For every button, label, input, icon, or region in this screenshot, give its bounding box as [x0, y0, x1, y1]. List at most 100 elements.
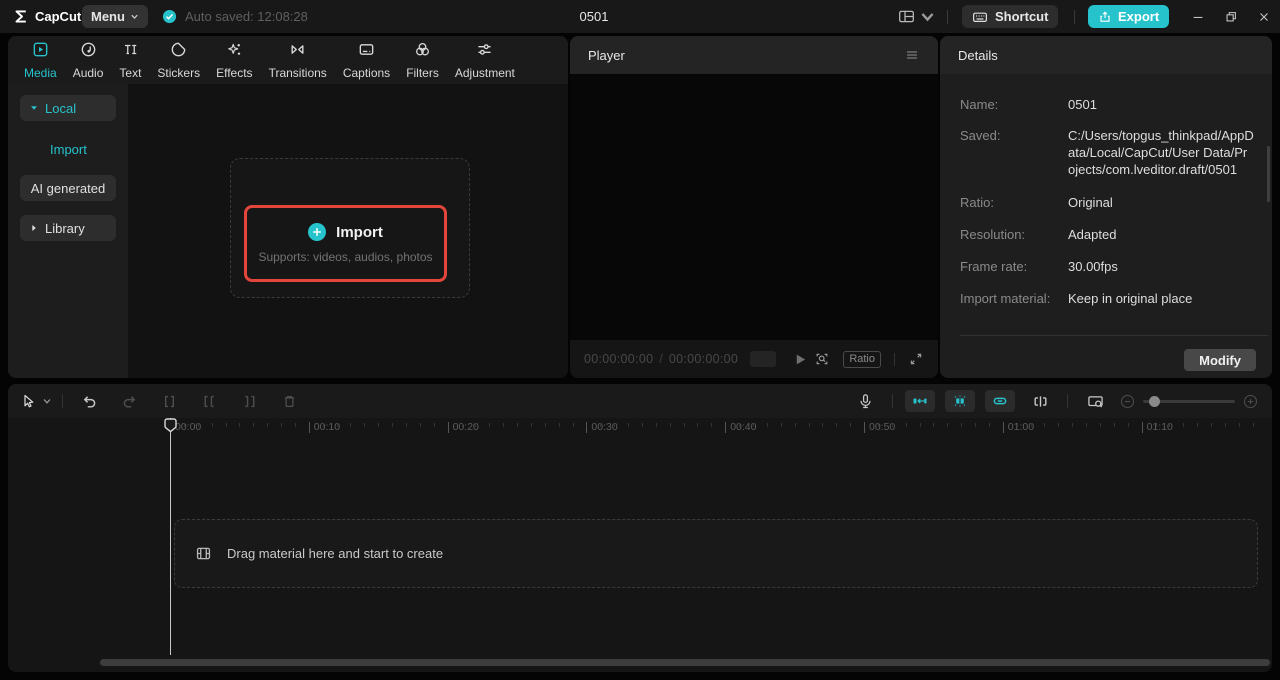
timeline-zoom-control — [1120, 394, 1258, 409]
player-preview — [570, 74, 938, 340]
layout-switch-button[interactable] — [898, 0, 936, 33]
sidebar-item-ai-generated[interactable]: AI generated — [20, 175, 116, 201]
trash-icon — [284, 395, 294, 407]
toolbar-separator — [892, 394, 893, 408]
split-button[interactable] — [149, 384, 189, 418]
sidebar-item-local[interactable]: Local — [20, 95, 116, 121]
tab-label: Adjustment — [454, 65, 515, 80]
zoom-out-icon[interactable] — [1120, 394, 1135, 409]
tab-adjustment[interactable]: Adjustment — [447, 36, 523, 84]
tab-stickers[interactable]: Stickers — [149, 36, 208, 84]
playhead[interactable] — [164, 418, 177, 655]
ruler-minor-tick — [1072, 423, 1074, 427]
sidebar-item-label: Local — [45, 100, 77, 116]
ruler-minor-tick — [961, 423, 963, 427]
export-button[interactable]: Export — [1088, 5, 1170, 28]
playhead-marker-icon[interactable] — [164, 418, 177, 433]
auto-snap-toggle[interactable] — [945, 390, 975, 412]
mainline-magnet-toggle[interactable] — [905, 390, 935, 412]
chevron-down-icon[interactable] — [42, 396, 52, 406]
zoom-slider-handle[interactable] — [1149, 395, 1160, 407]
chevron-down-icon — [131, 14, 138, 20]
app-logo: CapCut — [12, 0, 81, 33]
tab-audio[interactable]: Audio — [65, 36, 112, 84]
close-button[interactable] — [1248, 0, 1280, 33]
ruler-minor-tick — [225, 423, 227, 427]
timeline-ruler[interactable]: 00:00 00:10 00:20 00:30 00:40 00:50 01:00 01:10 — [8, 418, 1272, 439]
details-panel: Details Name: 0501 Saved: C:/Users/topgus_t… — [940, 36, 1272, 378]
zoom-slider-track[interactable] — [1143, 395, 1235, 407]
tab-effects[interactable]: Effects — [208, 36, 260, 84]
link-icon — [993, 397, 1007, 405]
effects-icon — [226, 41, 243, 63]
trim-left-button[interactable] — [189, 384, 229, 418]
voiceover-button[interactable] — [850, 384, 880, 418]
undo-button[interactable] — [69, 384, 109, 418]
microphone-icon — [859, 393, 871, 408]
render-preview-button[interactable] — [1080, 384, 1110, 418]
details-row-ratio: Ratio: Original — [960, 194, 1254, 211]
ruler-minor-tick — [877, 423, 879, 427]
frame-zoom-icon[interactable] — [814, 351, 830, 367]
minimize-button[interactable] — [1182, 0, 1214, 33]
redo-button[interactable] — [109, 384, 149, 418]
tab-text[interactable]: Text — [111, 36, 149, 84]
ruler-minor-tick — [614, 423, 616, 427]
delete-button[interactable] — [269, 384, 309, 418]
ruler-major-tick — [1141, 422, 1143, 433]
tab-filters[interactable]: Filters — [398, 36, 447, 84]
ruler-major-tick — [725, 422, 727, 433]
player-title: Player — [588, 47, 625, 63]
toolbar-separator — [1067, 394, 1068, 408]
autosave-text: Auto saved: 12:08:28 — [185, 9, 308, 24]
fullscreen-icon[interactable] — [908, 351, 924, 367]
media-icon — [32, 41, 49, 63]
ruler-minor-tick — [683, 423, 685, 427]
preview-axis-button[interactable] — [1025, 384, 1055, 418]
player-panel: Player 00:00:00:00 / 00:00:00:00 Ratio — [570, 36, 938, 378]
tab-captions[interactable]: Captions — [335, 36, 398, 84]
cursor-tool-button[interactable] — [8, 393, 52, 409]
details-scrollbar[interactable] — [1267, 146, 1270, 202]
ruler-minor-tick — [406, 423, 407, 427]
ruler-major-tick — [447, 422, 449, 433]
import-highlight-box[interactable]: Import Supports: videos, audios, photos — [244, 205, 447, 282]
zoom-in-icon[interactable] — [1243, 394, 1258, 409]
tab-label: Effects — [216, 65, 253, 80]
ruler-minor-tick — [294, 423, 296, 427]
details-value: 0501 — [1068, 97, 1097, 112]
trim-right-button[interactable] — [229, 384, 269, 418]
import-dropzone[interactable]: Import Supports: videos, audios, photos — [230, 158, 470, 298]
export-label: Export — [1118, 9, 1160, 24]
split-icon — [164, 395, 174, 407]
ruler-minor-tick — [947, 423, 949, 427]
player-controls-separator — [894, 352, 895, 366]
shortcut-label: Shortcut — [995, 9, 1049, 24]
close-icon — [1260, 12, 1268, 21]
link-clips-toggle[interactable] — [985, 390, 1015, 412]
timeline-scrollbar[interactable] — [100, 659, 1270, 666]
sidebar-item-library[interactable]: Library — [20, 215, 116, 241]
details-row-resolution: Resolution: Adapted — [960, 226, 1254, 243]
tab-transitions[interactable]: Transitions — [261, 36, 335, 84]
shortcut-button[interactable]: Shortcut — [962, 5, 1059, 28]
restore-button[interactable] — [1215, 0, 1247, 33]
import-button-label: Import — [336, 223, 383, 241]
sidebar-item-import[interactable]: Import — [20, 139, 116, 159]
layout-grid-icon — [899, 10, 914, 23]
hamburger-menu-icon[interactable] — [904, 47, 920, 63]
tab-label: Media — [24, 65, 57, 80]
menu-button[interactable]: Menu — [82, 5, 148, 28]
timeline-dropzone[interactable]: Drag material here and start to create — [174, 519, 1258, 588]
ruler-minor-tick — [183, 423, 185, 427]
modify-button[interactable]: Modify — [1184, 349, 1256, 371]
ruler-minor-tick — [600, 423, 602, 427]
details-row-name: Name: 0501 — [960, 96, 1254, 113]
text-icon — [122, 41, 139, 63]
tab-media[interactable]: Media — [16, 36, 65, 84]
play-button[interactable] — [794, 353, 807, 366]
details-label: Saved: — [960, 128, 1001, 143]
undo-icon — [83, 395, 95, 408]
ratio-button[interactable]: Ratio — [843, 350, 881, 368]
ruler-minor-tick — [239, 423, 241, 427]
